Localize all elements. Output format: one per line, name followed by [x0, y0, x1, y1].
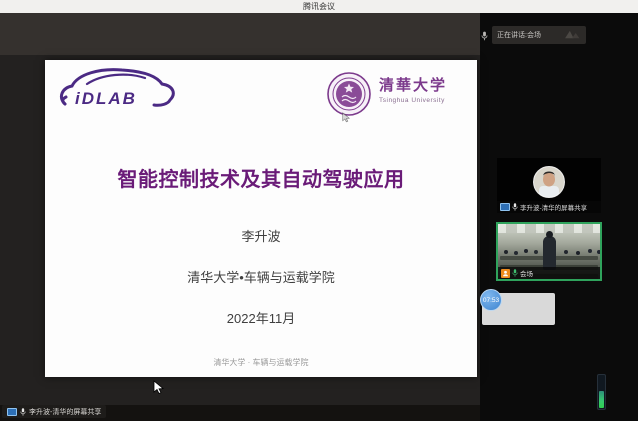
meeting-window: 腾讯会议 iDLAB 清華大学 Tsing — [0, 0, 638, 421]
slide-footer: 清华大学 · 车辆与运载学院 — [45, 357, 477, 368]
mic-active-icon — [512, 269, 518, 277]
share-banner-label: 李升波-清华的屏幕共享 — [29, 407, 101, 417]
mouse-cursor — [153, 380, 164, 400]
slide-date: 2022年11月 — [45, 308, 477, 327]
mic-icon — [20, 408, 26, 416]
tile-name: 会场 — [520, 268, 533, 278]
microphone-icon — [481, 28, 488, 46]
participant-tile-venue[interactable]: 会场 — [496, 222, 602, 281]
timer-badge: 07:53 — [480, 289, 502, 311]
screen-share-banner: 李升波-清华的屏幕共享 — [2, 405, 106, 418]
classroom-students — [504, 250, 508, 254]
tsinghua-name-en: Tsinghua University — [379, 97, 447, 104]
window-titlebar: 腾讯会议 — [0, 0, 638, 13]
slide-author: 李升波 — [45, 226, 477, 245]
tile-label-bar: 会场 — [498, 267, 600, 279]
avatar — [533, 166, 565, 203]
tile-name: 李升波-清华的屏幕共享 — [520, 202, 587, 212]
tile-label-bar: 李升波-清华的屏幕共享 — [497, 201, 601, 213]
slide-affiliation: 清华大学•车辆与运载学院 — [45, 267, 477, 286]
tsinghua-name-cn: 清華大学 — [379, 78, 447, 95]
presentation-slide: iDLAB 清華大学 Tsinghua University 智能控制技术及其自… — [45, 60, 477, 377]
speaking-indicator: 正在讲话:会场 — [492, 26, 586, 44]
mic-icon — [512, 203, 518, 211]
remote-cursor — [342, 110, 350, 128]
idlab-logo-text: iDLAB — [75, 89, 137, 108]
slide-title: 智能控制技术及其自动驾驶应用 — [45, 163, 477, 192]
meeting-logo-icon — [564, 26, 581, 44]
host-badge-icon — [501, 269, 510, 278]
participant-tile-presenter[interactable]: 李升波-清华的屏幕共享 — [497, 158, 601, 213]
classroom-speaker-silhouette — [543, 236, 556, 270]
speaking-label: 正在讲话:会场 — [497, 30, 541, 40]
window-title: 腾讯会议 — [303, 2, 335, 11]
volume-meter — [597, 374, 606, 410]
idlab-logo: iDLAB — [55, 66, 181, 118]
timer-value: 07:53 — [483, 297, 499, 304]
screen-share-icon — [7, 408, 17, 416]
screen-share-icon — [500, 203, 510, 211]
participants-panel — [480, 13, 638, 421]
volume-level — [599, 391, 604, 408]
